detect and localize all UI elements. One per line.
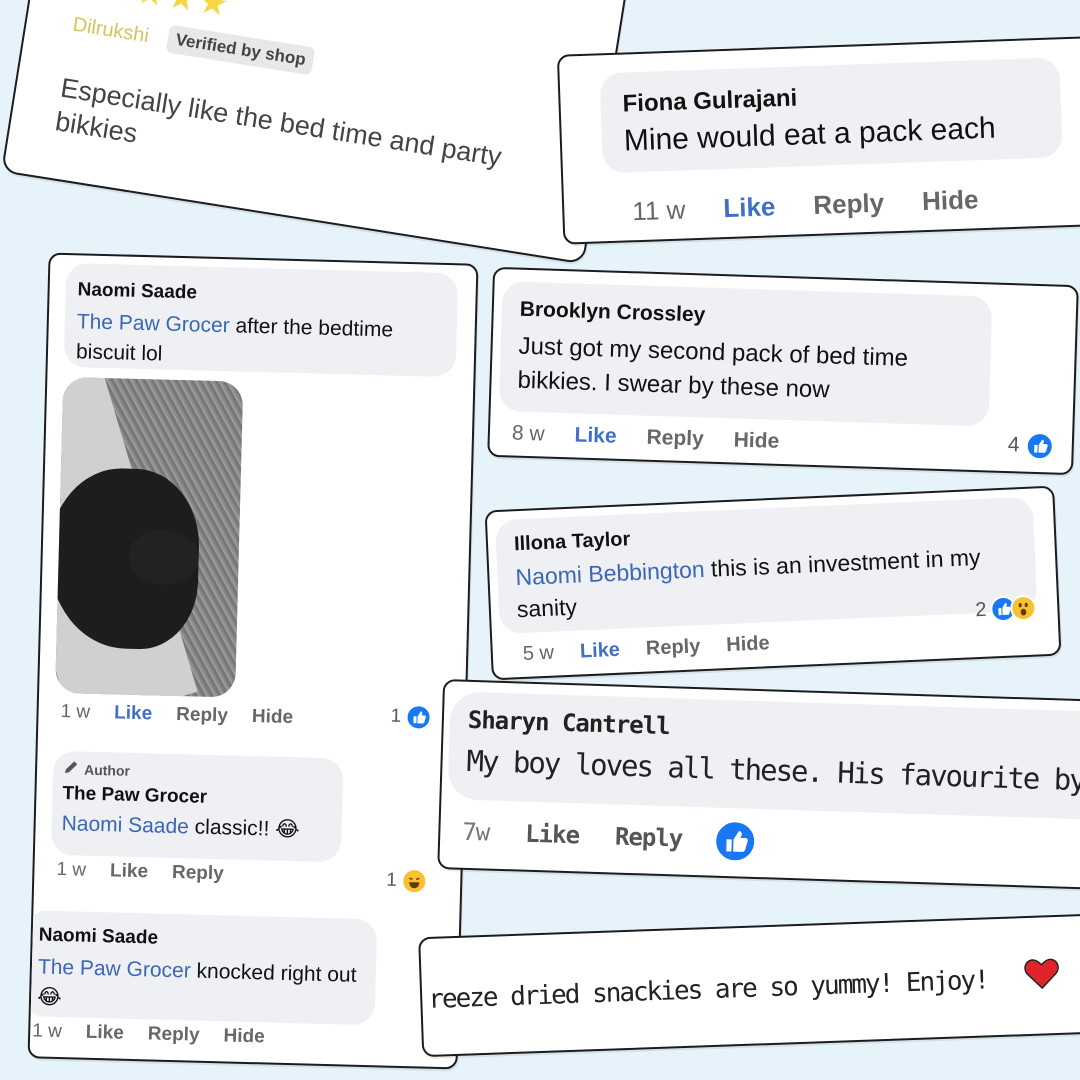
comment-text: Mine would eat a pack each	[623, 111, 997, 158]
comment-bubble: Fiona Gulrajani Mine would eat a pack ea…	[599, 57, 1063, 174]
comment-time: 1 w	[60, 700, 91, 723]
reply-button[interactable]: Reply	[172, 862, 224, 885]
like-button[interactable]: Like	[86, 1022, 125, 1045]
comment-card-sharyn: Sharyn Cantrell My boy loves all these. …	[437, 679, 1080, 891]
author-reply-bubble: Author The Paw Grocer Naomi Saade classi…	[50, 750, 344, 863]
review-text: Especially like the bed time and party b…	[53, 72, 504, 172]
reaction-count: 1	[390, 705, 402, 727]
commenter-name: Sharyn Cantrell	[467, 705, 670, 741]
like-button[interactable]: Like	[574, 423, 617, 448]
hide-button[interactable]: Hide	[922, 184, 979, 217]
comment-actions: 1 w Like Reply Hide	[60, 701, 293, 729]
comment-actions: 5 w Like Reply Hide	[522, 632, 770, 666]
commenter-name: Illona Taylor	[513, 528, 631, 556]
comment-time: 7w	[461, 817, 490, 847]
reply-button[interactable]: Reply	[176, 704, 228, 727]
like-button[interactable]: Like	[114, 702, 153, 725]
mention-link[interactable]: Naomi Saade	[61, 812, 189, 838]
comment-actions: 7w Like Reply	[462, 818, 683, 853]
comment-bubble: Naomi Saade The Paw Grocer after the bed…	[63, 262, 459, 378]
reaction-count: 4	[1007, 433, 1020, 457]
comment-text: Naomi Saade classic!! 😂	[61, 812, 301, 842]
commenter-name: The Paw Grocer	[62, 783, 208, 808]
comment-text: Just got my second pack of bed time bikk…	[517, 332, 909, 404]
comment-time: 1 w	[31, 1020, 63, 1043]
reaction-summary[interactable]: 1	[386, 867, 428, 895]
like-button[interactable]: Like	[723, 191, 776, 224]
comment-actions: 1 w Like Reply Hide	[32, 1020, 265, 1048]
hide-button[interactable]: Hide	[733, 428, 779, 453]
reviewer-name: Dilrukshi	[71, 13, 151, 48]
comment-card-brooklyn: Brooklyn Crossley Just got my second pac…	[487, 266, 1079, 476]
hide-button[interactable]: Hide	[726, 632, 770, 657]
comment-text: reeze dried snackies are so yummy! Enjoy…	[427, 965, 989, 1015]
comment-time: 1 w	[56, 858, 87, 881]
review-card: ★★★★★ Dilrukshi Verified by shop Especia…	[0, 0, 630, 265]
hide-button[interactable]: Hide	[252, 706, 294, 729]
reply-button[interactable]: Reply	[148, 1023, 200, 1046]
comment-thread-naomi: Naomi Saade The Paw Grocer after the bed…	[27, 252, 479, 1070]
mention-link[interactable]: The Paw Grocer	[38, 955, 191, 982]
comment-actions: 11 w Like Reply Hide	[632, 184, 979, 227]
reaction-summary[interactable]: 1	[390, 704, 432, 731]
reply-button[interactable]: Reply	[615, 823, 683, 853]
dog-photo[interactable]	[55, 376, 244, 698]
mention-link[interactable]: The Paw Grocer	[77, 310, 230, 337]
heart-icon	[1023, 957, 1060, 994]
author-label: Author	[63, 759, 130, 780]
verified-badge: Verified by shop	[165, 24, 316, 76]
comment-time: 8 w	[511, 421, 545, 446]
reply-button[interactable]: Reply	[646, 426, 704, 452]
commenter-name: Naomi Saade	[77, 279, 198, 304]
comment-time: 11 w	[631, 194, 686, 227]
wow-reaction-icon	[1009, 594, 1038, 622]
comment-bubble: Illona Taylor Naomi Bebbington this is a…	[494, 496, 1038, 634]
comment-bubble: Brooklyn Crossley Just got my second pac…	[498, 281, 993, 427]
reaction-count: 2	[974, 598, 987, 621]
comment-actions: 1 w Like Reply	[56, 859, 224, 885]
pencil-icon	[63, 759, 79, 778]
like-button[interactable]: Like	[525, 820, 580, 850]
reply-bubble: Naomi Saade The Paw Grocer knocked right…	[27, 910, 378, 1026]
comment-actions: 8 w Like Reply Hide	[512, 422, 780, 454]
like-reaction-icon[interactable]	[713, 819, 757, 863]
comment-card-snackies: reeze dried snackies are so yummy! Enjoy…	[418, 912, 1080, 1058]
reaction-summary[interactable]: 2	[974, 594, 1038, 624]
comment-card-illona: Illona Taylor Naomi Bebbington this is a…	[484, 485, 1062, 681]
like-button[interactable]: Like	[110, 860, 149, 883]
like-reaction-icon	[1025, 431, 1054, 461]
reaction-count: 1	[386, 869, 398, 891]
commenter-name: Fiona Gulrajani	[622, 84, 798, 118]
comment-text: My boy loves all these. His favourite by…	[466, 743, 1080, 800]
comment-text: The Paw Grocer after the bedtime biscuit…	[75, 310, 394, 366]
comment-time: 5 w	[522, 641, 555, 665]
like-reaction-icon	[404, 704, 432, 731]
commenter-name: Brooklyn Crossley	[519, 297, 706, 327]
reply-button[interactable]: Reply	[813, 188, 885, 221]
hide-button[interactable]: Hide	[223, 1025, 265, 1048]
comment-card-fiona: Fiona Gulrajani Mine would eat a pack ea…	[556, 35, 1080, 245]
comment-bubble: Sharyn Cantrell My boy loves all these. …	[447, 691, 1080, 822]
laugh-reaction-icon	[400, 867, 428, 895]
comment-text: The Paw Grocer knocked right out 😂	[36, 955, 357, 1010]
reaction-summary[interactable]: 4	[1007, 431, 1054, 461]
reply-button[interactable]: Reply	[645, 635, 700, 660]
like-button[interactable]: Like	[579, 639, 620, 664]
commenter-name: Naomi Saade	[38, 924, 159, 949]
mention-link[interactable]: Naomi Bebbington	[515, 556, 705, 590]
